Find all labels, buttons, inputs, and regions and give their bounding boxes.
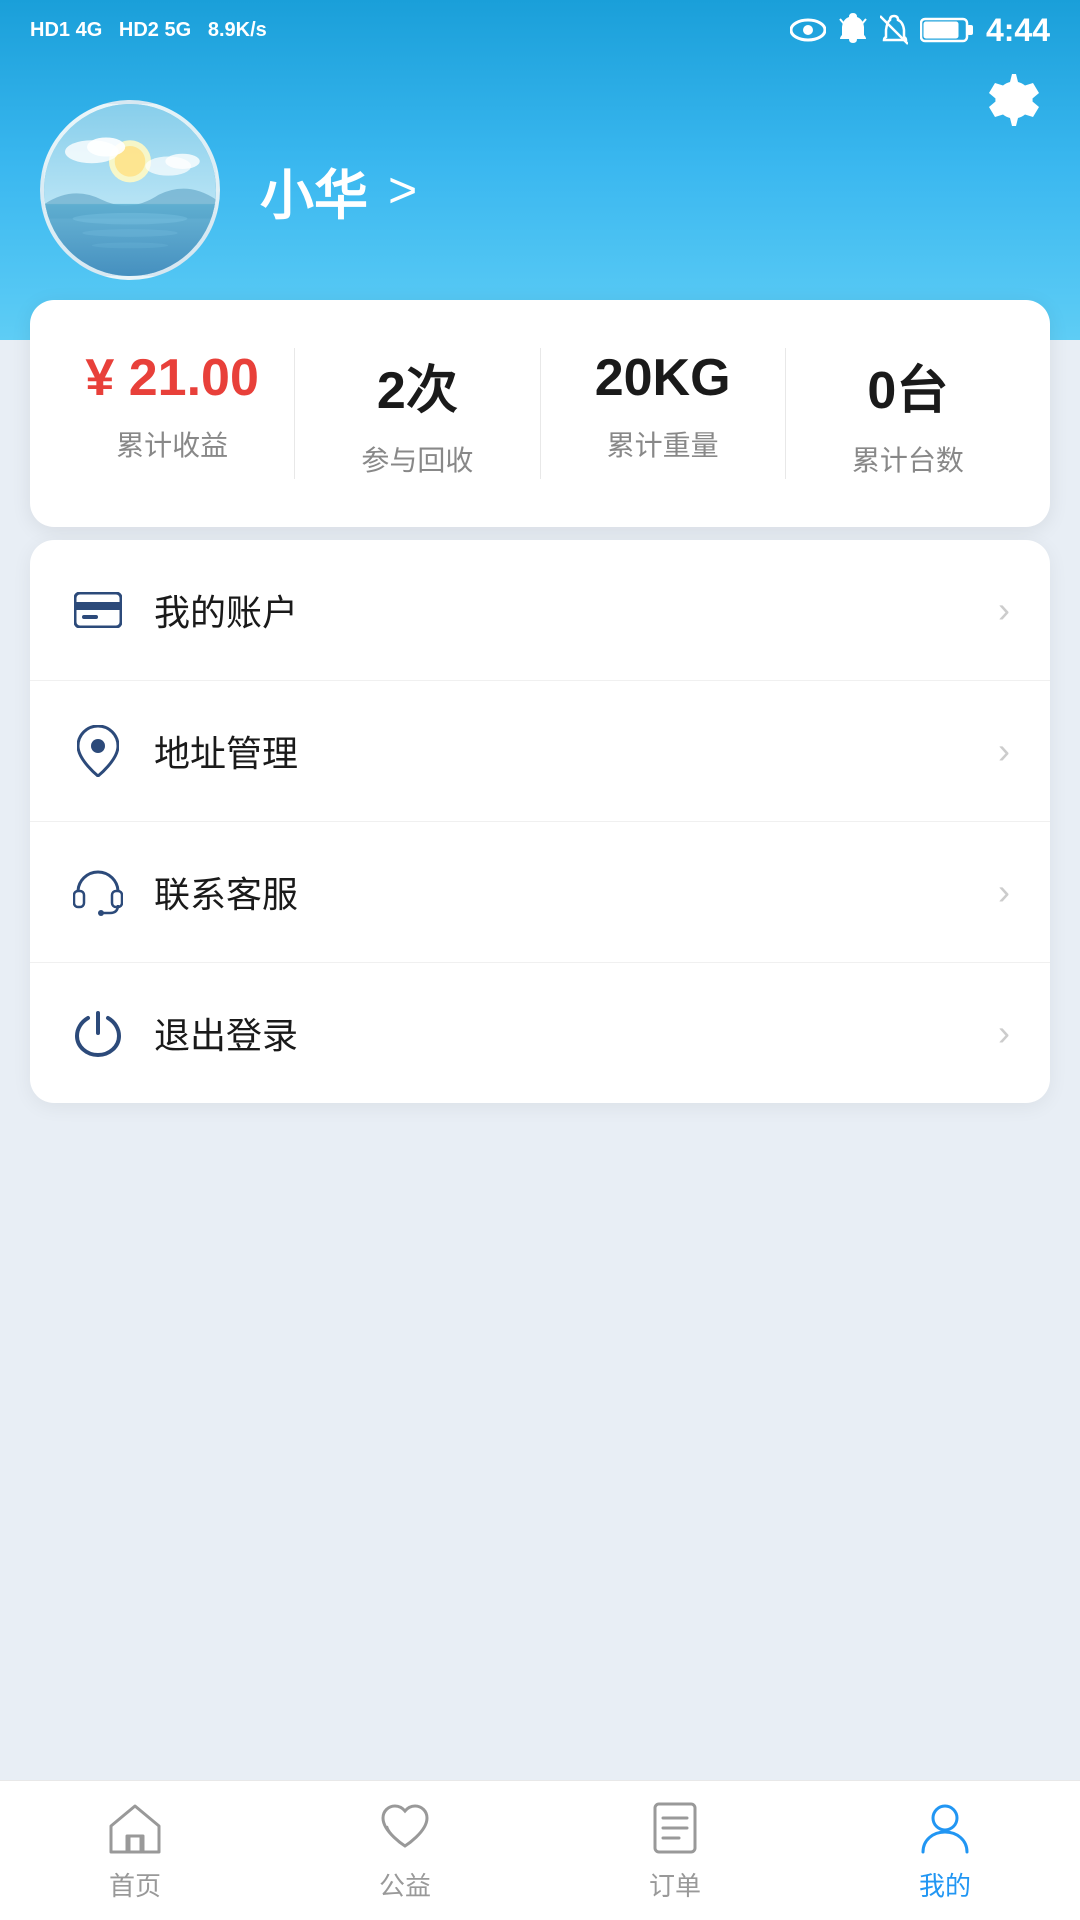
bottom-nav: 首页 公益 订单 我的 — [0, 1780, 1080, 1920]
location-icon — [70, 723, 126, 779]
menu-item-support[interactable]: 联系客服 › — [30, 822, 1050, 963]
stat-earnings: ¥ 21.00 累计收益 — [50, 348, 295, 479]
stat-earnings-label: 累计收益 — [116, 424, 228, 464]
menu-item-address[interactable]: 地址管理 › — [30, 681, 1050, 822]
stat-recycles: 2次 参与回收 — [295, 348, 540, 479]
orders-icon — [645, 1798, 705, 1858]
profile-chevron: > — [388, 161, 417, 219]
stat-weight-value: 20KG — [595, 348, 731, 408]
headset-icon — [70, 864, 126, 920]
status-bar: HD1 4G HD2 5G 8.9K/s 4:44 — [0, 0, 1080, 60]
status-right: 4:44 — [790, 12, 1050, 49]
nav-mine-label: 我的 — [919, 1866, 971, 1903]
menu-support-label: 联系客服 — [154, 866, 998, 918]
nav-item-mine[interactable]: 我的 — [810, 1782, 1080, 1919]
battery-icon — [920, 16, 974, 44]
stats-card: ¥ 21.00 累计收益 2次 参与回收 20KG 累计重量 0台 累计台数 — [30, 300, 1050, 527]
home-icon — [105, 1798, 165, 1858]
eye-icon — [790, 16, 826, 44]
alarm-icon — [838, 13, 868, 47]
menu-account-label: 我的账户 — [154, 584, 998, 636]
avatar[interactable] — [40, 100, 220, 280]
heart-icon — [375, 1798, 435, 1858]
profile-info[interactable]: 小华 > — [260, 151, 417, 230]
stat-devices-value: 0台 — [867, 348, 948, 423]
stat-devices-label: 累计台数 — [852, 439, 964, 479]
menu-account-arrow: › — [998, 589, 1010, 631]
stat-weight: 20KG 累计重量 — [541, 348, 786, 479]
nav-item-charity[interactable]: 公益 — [270, 1782, 540, 1919]
menu-item-logout[interactable]: 退出登录 › — [30, 963, 1050, 1103]
menu-item-account[interactable]: 我的账户 › — [30, 540, 1050, 681]
stat-recycles-value: 2次 — [377, 348, 458, 423]
menu-logout-arrow: › — [998, 1012, 1010, 1054]
stat-recycles-label: 参与回收 — [361, 439, 473, 479]
nav-charity-label: 公益 — [379, 1866, 431, 1903]
power-icon — [70, 1005, 126, 1061]
nav-orders-label: 订单 — [649, 1866, 701, 1903]
card-icon — [70, 582, 126, 638]
time-display: 4:44 — [986, 12, 1050, 49]
nav-item-orders[interactable]: 订单 — [540, 1782, 810, 1919]
menu-card: 我的账户 › 地址管理 › 联系客服 › — [30, 540, 1050, 1103]
profile-section: 小华 > — [0, 60, 1080, 280]
nav-home-label: 首页 — [109, 1866, 161, 1903]
mute-icon — [880, 13, 908, 47]
profile-name: 小华 — [260, 151, 368, 230]
stat-weight-label: 累计重量 — [607, 424, 719, 464]
menu-support-arrow: › — [998, 871, 1010, 913]
menu-logout-label: 退出登录 — [154, 1007, 998, 1059]
mine-icon — [915, 1798, 975, 1858]
menu-address-label: 地址管理 — [154, 725, 998, 777]
signal-info: HD1 4G HD2 5G 8.9K/s — [30, 19, 267, 42]
stat-earnings-value: ¥ 21.00 — [85, 348, 259, 408]
status-left: HD1 4G HD2 5G 8.9K/s — [30, 19, 267, 42]
nav-item-home[interactable]: 首页 — [0, 1782, 270, 1919]
stat-devices: 0台 累计台数 — [786, 348, 1030, 479]
menu-address-arrow: › — [998, 730, 1010, 772]
